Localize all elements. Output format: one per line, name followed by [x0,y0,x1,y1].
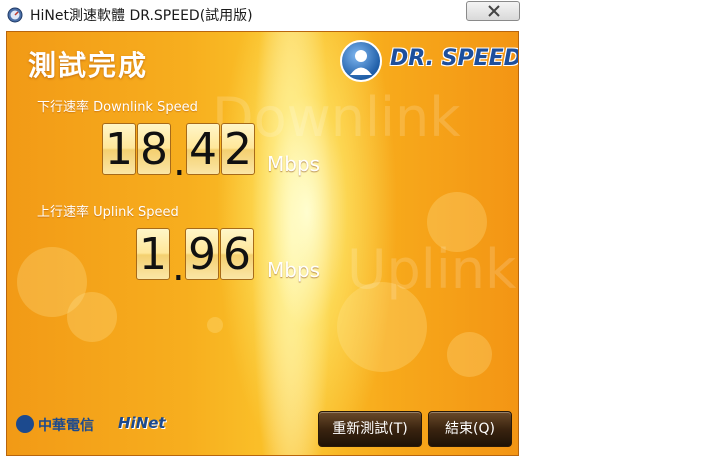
close-button[interactable] [466,1,520,21]
downlink-digit: 8 [137,123,171,175]
downlink-unit: Mbps [267,152,321,176]
downlink-digit: 1 [102,123,136,175]
hinet-logo: HiNet [118,414,166,432]
bokeh-decoration [447,332,492,377]
uplink-decimal-point: . [172,244,185,290]
cht-brand-text: 中華電信 [38,418,94,434]
exit-button[interactable]: 結束(Q) [428,411,512,447]
uplink-digit: 6 [220,228,254,280]
uplink-watermark: Uplink [347,238,517,301]
dr-speed-logo: DR. SPEED [340,40,518,84]
bokeh-decoration [67,292,117,342]
downlink-label: 下行速率 Downlink Speed [37,100,198,115]
downlink-decimal-point: . [173,139,186,185]
uplink-label: 上行速率 Uplink Speed [37,205,179,220]
speed-test-window: HiNet測速軟體 DR.SPEED(試用版) Downlink Uplink … [0,0,526,462]
uplink-unit: Mbps [267,258,321,282]
doctor-avatar-icon [340,40,382,82]
title-bar[interactable]: HiNet測速軟體 DR.SPEED(試用版) [0,0,526,31]
bokeh-decoration [207,317,223,333]
uplink-digit: 9 [185,228,219,280]
close-icon [488,5,500,17]
logo-text: DR. SPEED [390,46,519,71]
downlink-digit: 4 [186,123,220,175]
retest-button[interactable]: 重新測試(T) [318,411,422,447]
speedometer-icon [7,7,23,23]
page-title: 測試完成 [28,49,149,82]
downlink-digit: 2 [221,123,255,175]
window-title: HiNet測速軟體 DR.SPEED(試用版) [30,8,253,24]
result-panel: Downlink Uplink 測試完成 DR. SPEED 下行速率 Down… [6,31,519,456]
uplink-digit: 1 [136,228,170,280]
cht-logo-icon [16,415,34,433]
